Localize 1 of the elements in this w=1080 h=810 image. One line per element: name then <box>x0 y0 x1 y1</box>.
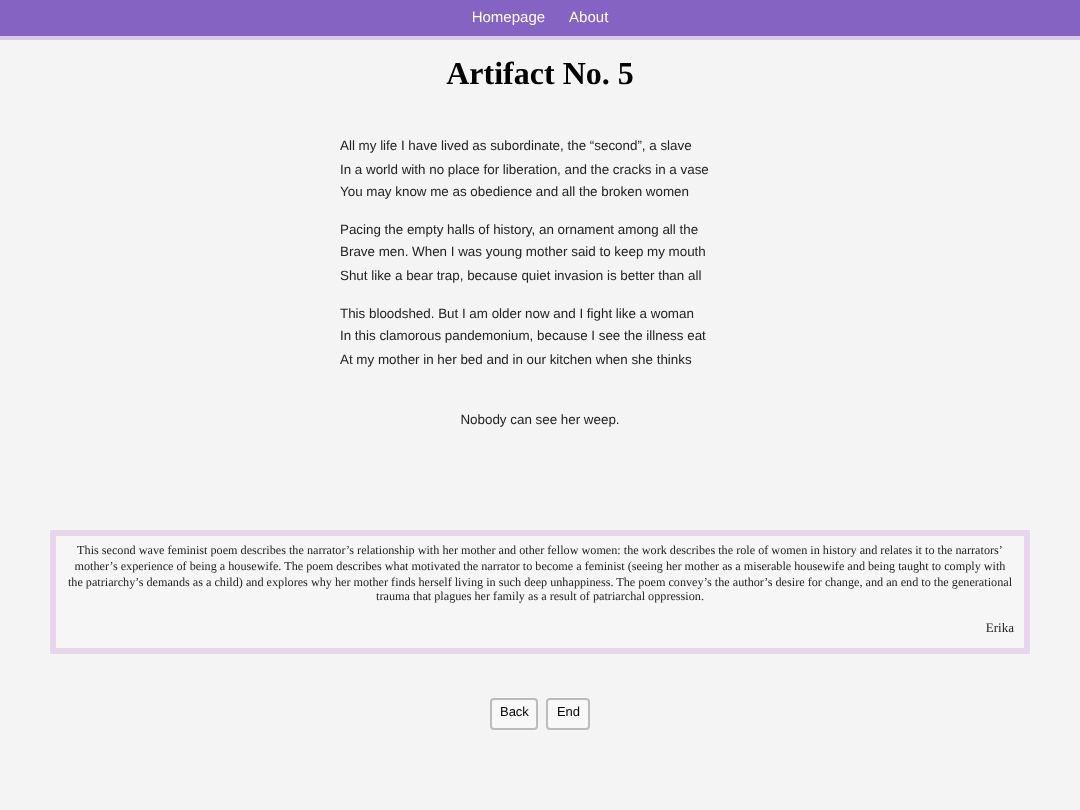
page-title: Artifact No. 5 <box>446 56 634 96</box>
